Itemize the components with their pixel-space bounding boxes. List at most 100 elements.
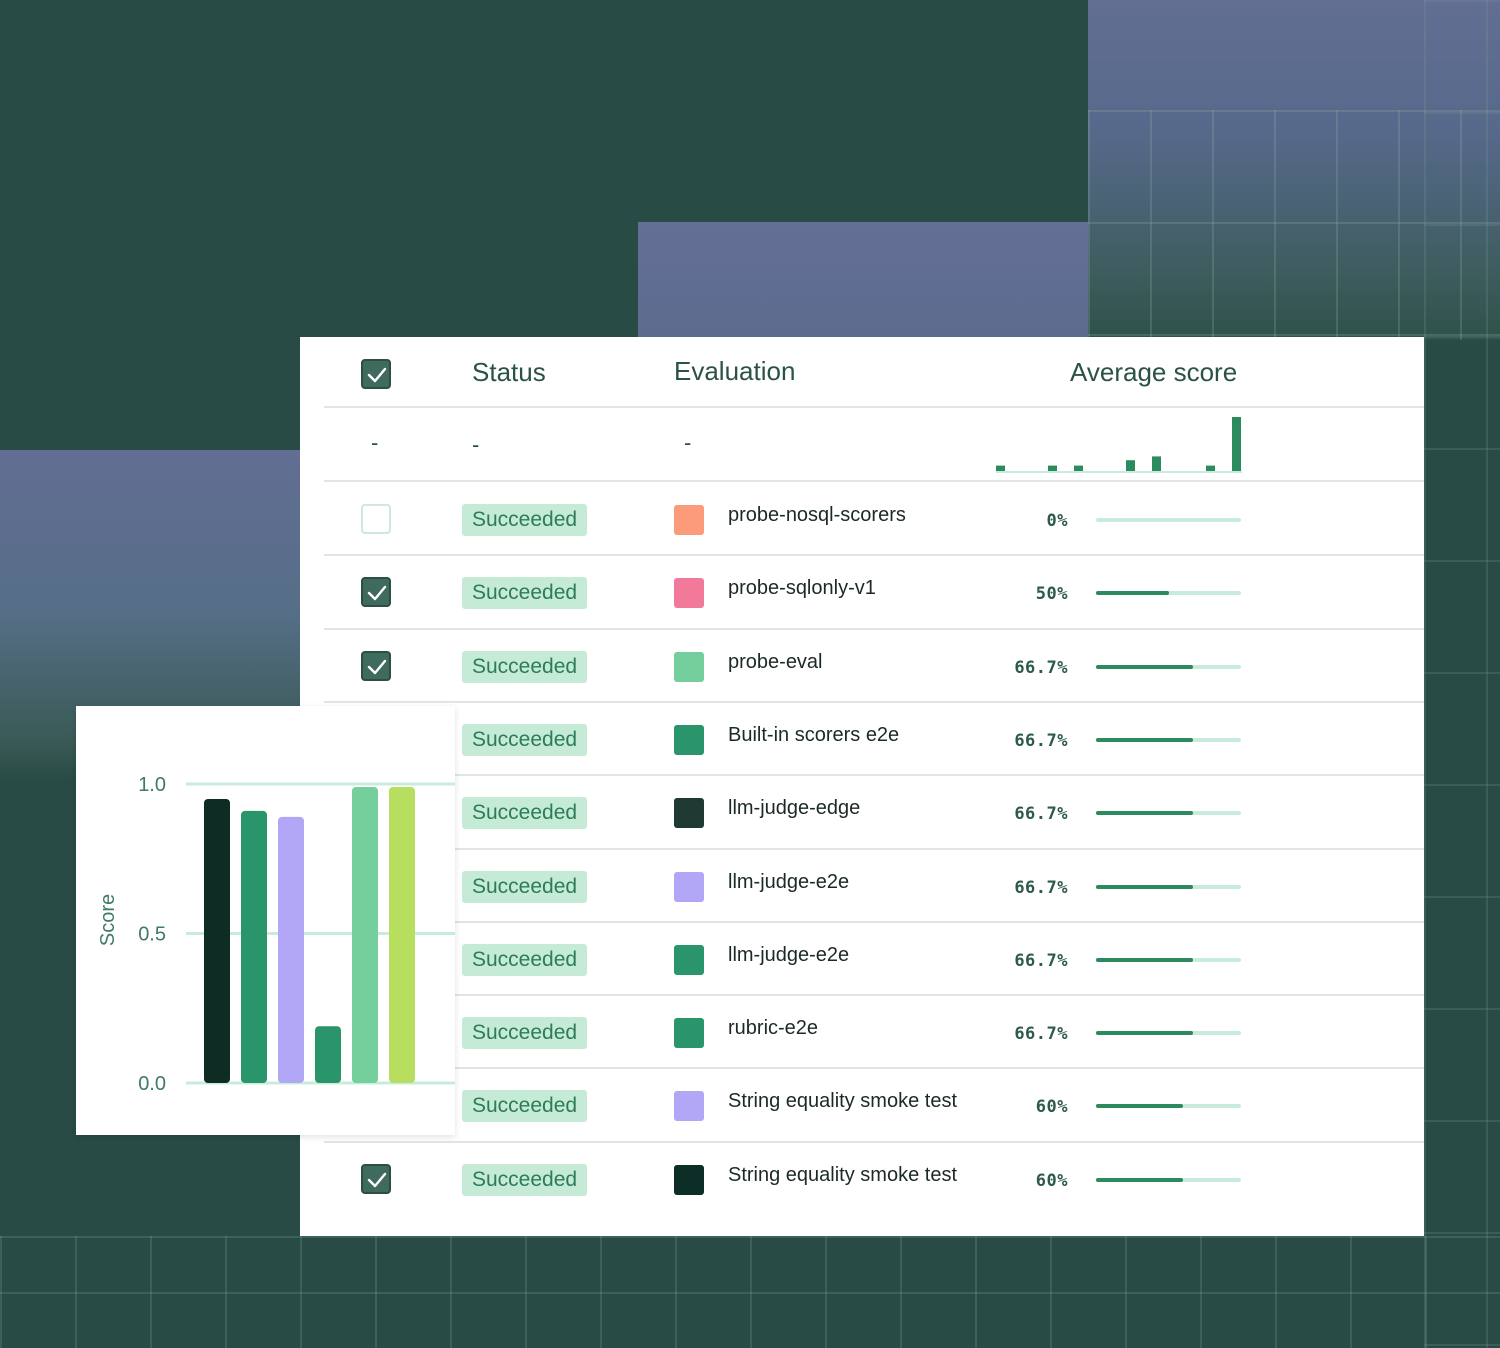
evaluation-name[interactable]: llm-judge-e2e	[728, 944, 849, 967]
table-row[interactable]: Succeeded String equality smoke test 60%	[324, 1142, 1424, 1215]
histogram-bar	[1232, 417, 1241, 471]
check-icon	[367, 1172, 387, 1187]
chart-bar	[278, 816, 304, 1083]
score-progress-fill	[1096, 811, 1193, 816]
average-score-value: 50%	[1035, 584, 1068, 605]
evaluation-color-swatch	[674, 724, 704, 755]
histogram-bar	[1126, 460, 1135, 471]
evaluation-color-swatch	[674, 651, 704, 682]
average-score-value: 60%	[1035, 1170, 1068, 1191]
evaluation-name[interactable]: String equality smoke test	[728, 1090, 957, 1113]
score-progress-fill	[1096, 737, 1193, 742]
y-axis-label: Score	[97, 894, 119, 946]
evaluation-filter-placeholder: -	[684, 430, 692, 455]
evaluation-name[interactable]: String equality smoke test	[728, 1164, 957, 1187]
evaluations-table: Status Evaluation Average score - - - Su…	[300, 337, 1424, 1236]
histogram-bar	[1152, 456, 1161, 471]
evaluation-color-swatch	[674, 1164, 704, 1195]
chart-bar	[352, 786, 378, 1083]
histogram-bar	[1048, 465, 1057, 471]
score-progress-track	[1096, 1031, 1241, 1036]
status-badge: Succeeded	[462, 723, 588, 756]
score-progress-track	[1096, 737, 1241, 742]
evaluation-name[interactable]: llm-judge-edge	[728, 797, 860, 820]
evaluation-name[interactable]: probe-eval	[728, 651, 823, 674]
status-badge: Succeeded	[462, 870, 588, 903]
status-badge: Succeeded	[462, 1017, 588, 1050]
score-progress-track	[1096, 591, 1241, 596]
filter-row: - - -	[324, 408, 1424, 480]
evaluation-name[interactable]: probe-nosql-scorers	[728, 504, 906, 527]
status-badge: Succeeded	[462, 577, 588, 610]
score-progress-track	[1096, 884, 1241, 889]
evaluation-color-swatch	[674, 944, 704, 975]
score-histogram	[996, 417, 1242, 473]
score-progress-fill	[1096, 1177, 1183, 1182]
background-grid	[0, 1236, 1500, 1348]
score-progress-track	[1096, 957, 1241, 962]
row-checkbox[interactable]	[361, 1163, 391, 1194]
status-column-header[interactable]: Status	[472, 357, 546, 388]
y-tick-label: 1.0	[138, 774, 166, 796]
score-progress-fill	[1096, 1031, 1193, 1036]
score-progress-fill	[1096, 1104, 1183, 1109]
y-tick-label: 0.0	[138, 1073, 166, 1095]
score-progress-fill	[1096, 664, 1193, 669]
table-row[interactable]: Succeeded probe-eval 66.7%	[324, 629, 1424, 702]
average-score-value: 66.7%	[1014, 1024, 1068, 1045]
check-icon	[367, 659, 387, 674]
evaluation-color-swatch	[674, 1018, 704, 1049]
score-progress-fill	[1096, 591, 1169, 596]
status-badge: Succeeded	[462, 1163, 588, 1196]
chart-bar	[389, 786, 415, 1083]
evaluation-name[interactable]: probe-sqlonly-v1	[728, 577, 876, 600]
evaluation-color-swatch	[674, 871, 704, 902]
row-checkbox[interactable]	[361, 650, 391, 681]
evaluation-column-header[interactable]: Evaluation	[674, 356, 795, 387]
score-bar-chart: 0.0 0.5 1.0 Score	[97, 774, 455, 1095]
check-icon	[367, 586, 387, 601]
average-score-value: 66.7%	[1014, 730, 1068, 751]
table-header-row: Status Evaluation Average score	[324, 337, 1424, 407]
select-all-checkbox[interactable]	[361, 359, 391, 389]
score-progress-fill	[1096, 957, 1193, 962]
chart-bar	[315, 1026, 341, 1083]
status-badge: Succeeded	[462, 504, 588, 536]
table-row[interactable]: Succeeded llm-judge-e2e 66.7%	[324, 849, 1424, 922]
table-row[interactable]: Succeeded llm-judge-e2e 66.7%	[324, 922, 1424, 995]
status-filter-placeholder: -	[472, 432, 480, 457]
chart-bar	[241, 810, 267, 1083]
average-score-value: 66.7%	[1014, 950, 1068, 971]
background-block-middle	[638, 222, 1090, 338]
table-row[interactable]: Succeeded rubric-e2e 66.7%	[324, 995, 1424, 1068]
table-row[interactable]: Succeeded llm-judge-edge 66.7%	[324, 775, 1424, 848]
average-score-value: 66.7%	[1014, 804, 1068, 825]
score-bar-chart-card: 0.0 0.5 1.0 Score	[76, 706, 455, 1135]
average-score-value: 66.7%	[1014, 877, 1068, 898]
average-score-column-header[interactable]: Average score	[1070, 357, 1237, 388]
evaluation-color-swatch	[674, 798, 704, 829]
score-progress-track	[1096, 811, 1241, 816]
evaluation-name[interactable]: rubric-e2e	[728, 1017, 818, 1040]
evaluation-name[interactable]: llm-judge-e2e	[728, 871, 849, 894]
evaluation-name[interactable]: Built-in scorers e2e	[728, 724, 899, 747]
row-checkbox[interactable]	[361, 504, 391, 534]
status-badge: Succeeded	[462, 797, 588, 830]
evaluation-color-swatch	[674, 1091, 704, 1122]
score-progress-track	[1096, 518, 1241, 522]
table-row[interactable]: Succeeded probe-sqlonly-v1 50%	[324, 555, 1424, 628]
evaluation-color-swatch	[674, 578, 704, 609]
evaluation-color-swatch	[674, 505, 704, 535]
table-row[interactable]: Succeeded probe-nosql-scorers 0%	[324, 482, 1424, 555]
status-badge: Succeeded	[462, 943, 588, 976]
row-checkbox[interactable]	[361, 577, 391, 608]
histogram-bar	[1074, 465, 1083, 471]
score-progress-fill	[1096, 884, 1193, 889]
chart-bar	[204, 798, 230, 1083]
table-row[interactable]: Succeeded Built-in scorers e2e 66.7%	[324, 702, 1424, 775]
score-progress-track	[1096, 1177, 1241, 1182]
background-grid	[1424, 0, 1500, 1348]
score-progress-track	[1096, 1104, 1241, 1109]
status-badge: Succeeded	[462, 650, 588, 683]
table-row[interactable]: Succeeded String equality smoke test 60%	[324, 1068, 1424, 1141]
